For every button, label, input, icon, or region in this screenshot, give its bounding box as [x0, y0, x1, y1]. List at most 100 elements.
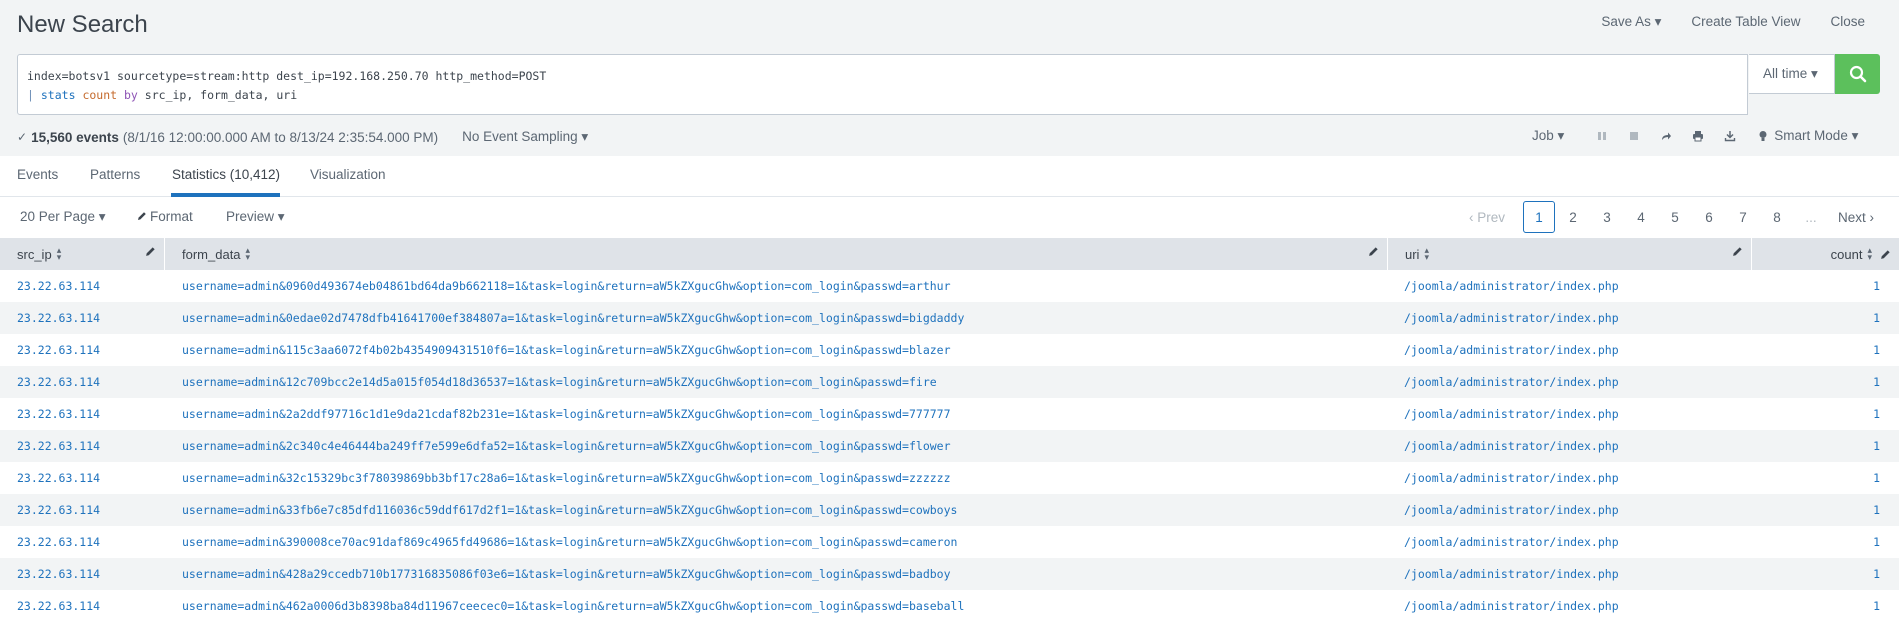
next-page-button[interactable]: Next › — [1828, 201, 1884, 233]
cell-src-ip[interactable]: 23.22.63.114 — [17, 343, 100, 357]
cell-uri[interactable]: /joomla/administrator/index.php — [1404, 567, 1619, 581]
cell-form-data[interactable]: username=admin&12c709bcc2e14d5a015f054d1… — [182, 375, 937, 389]
cell-uri[interactable]: /joomla/administrator/index.php — [1404, 439, 1619, 453]
cell-src-ip[interactable]: 23.22.63.114 — [17, 471, 100, 485]
cell-uri[interactable]: /joomla/administrator/index.php — [1404, 311, 1619, 325]
table-row: 23.22.63.114 username=admin&390008ce70ac9… — [0, 526, 1899, 558]
tab-events[interactable]: Events — [17, 167, 58, 182]
page-3-button[interactable]: 3 — [1590, 201, 1624, 233]
pencil-icon[interactable] — [1732, 246, 1743, 257]
share-icon[interactable] — [1650, 130, 1682, 142]
cell-count[interactable]: 1 — [1873, 599, 1880, 613]
page-8-button[interactable]: 8 — [1760, 201, 1794, 233]
query-pipe: | — [27, 88, 34, 102]
event-sampling-dropdown[interactable]: No Event Sampling ▾ — [462, 129, 588, 145]
search-area: index=botsv1 sourcetype=stream:http dest… — [0, 53, 1899, 118]
cell-uri[interactable]: /joomla/administrator/index.php — [1404, 407, 1619, 421]
search-query-input[interactable]: index=botsv1 sourcetype=stream:http dest… — [17, 54, 1748, 115]
cell-src-ip[interactable]: 23.22.63.114 — [17, 279, 100, 293]
results-tabs: Events Patterns Statistics (10,412) Visu… — [0, 156, 1899, 197]
column-header-count[interactable]: count ▴ ▾ — [1752, 238, 1899, 270]
time-range-picker[interactable]: All time ▾ — [1749, 54, 1835, 94]
cell-uri[interactable]: /joomla/administrator/index.php — [1404, 279, 1619, 293]
page-6-button[interactable]: 6 — [1692, 201, 1726, 233]
pencil-icon[interactable] — [1368, 246, 1379, 257]
cell-count[interactable]: 1 — [1873, 279, 1880, 293]
column-label: count — [1830, 246, 1863, 262]
table-row: 23.22.63.114 username=admin&115c3aa6072f4… — [0, 334, 1899, 366]
cell-form-data[interactable]: username=admin&115c3aa6072f4b02b43549094… — [182, 343, 951, 357]
cell-uri[interactable]: /joomla/administrator/index.php — [1404, 343, 1619, 357]
cell-form-data[interactable]: username=admin&32c15329bc3f78039869bb3bf… — [182, 471, 951, 485]
page-5-button[interactable]: 5 — [1658, 201, 1692, 233]
cell-uri[interactable]: /joomla/administrator/index.php — [1404, 599, 1619, 613]
cell-form-data[interactable]: username=admin&428a29ccedb710b1773168350… — [182, 567, 951, 581]
prev-page-button[interactable]: ‹ Prev — [1452, 201, 1522, 233]
cell-form-data[interactable]: username=admin&33fb6e7c85dfd116036c59ddf… — [182, 503, 957, 517]
page-7-button[interactable]: 7 — [1726, 201, 1760, 233]
search-icon — [1849, 65, 1866, 83]
job-menu[interactable]: Job ▾ — [1532, 128, 1564, 144]
cell-uri[interactable]: /joomla/administrator/index.php — [1404, 375, 1619, 389]
column-label: form_data — [182, 246, 241, 262]
cell-src-ip[interactable]: 23.22.63.114 — [17, 599, 100, 613]
cell-src-ip[interactable]: 23.22.63.114 — [17, 311, 100, 325]
sort-icon[interactable]: ▴ ▾ — [246, 246, 251, 262]
cell-count[interactable]: 1 — [1873, 407, 1880, 421]
page-1-button[interactable]: 1 — [1523, 201, 1555, 233]
cell-form-data[interactable]: username=admin&390008ce70ac91daf869c4965… — [182, 535, 957, 549]
page-4-button[interactable]: 4 — [1624, 201, 1658, 233]
cell-uri[interactable]: /joomla/administrator/index.php — [1404, 535, 1619, 549]
per-page-dropdown[interactable]: 20 Per Page ▾ — [20, 209, 106, 225]
format-button[interactable]: Format — [137, 209, 193, 224]
cell-uri[interactable]: /joomla/administrator/index.php — [1404, 471, 1619, 485]
cell-src-ip[interactable]: 23.22.63.114 — [17, 503, 100, 517]
cell-count[interactable]: 1 — [1873, 375, 1880, 389]
pencil-icon[interactable] — [145, 246, 156, 257]
cell-src-ip[interactable]: 23.22.63.114 — [17, 407, 100, 421]
close-button[interactable]: Close — [1830, 14, 1865, 30]
stop-icon[interactable] — [1618, 131, 1650, 141]
cell-count[interactable]: 1 — [1873, 567, 1880, 581]
save-as-button[interactable]: Save As ▾ — [1601, 14, 1661, 30]
cell-form-data[interactable]: username=admin&0960d493674eb04861bd64da9… — [182, 279, 951, 293]
cell-form-data[interactable]: username=admin&2a2ddf97716c1d1e9da21cdaf… — [182, 407, 951, 421]
cell-form-data[interactable]: username=admin&0edae02d7478dfb41641700ef… — [182, 311, 964, 325]
tab-visualization[interactable]: Visualization — [310, 167, 386, 182]
column-header-form-data[interactable]: form_data ▴ ▾ — [165, 238, 1388, 270]
cell-uri[interactable]: /joomla/administrator/index.php — [1404, 503, 1619, 517]
sort-icon[interactable]: ▴ ▾ — [1867, 246, 1872, 262]
cell-src-ip[interactable]: 23.22.63.114 — [17, 375, 100, 389]
search-mode-label: Smart Mode ▾ — [1774, 128, 1859, 143]
search-button[interactable] — [1835, 54, 1880, 94]
cell-form-data[interactable]: username=admin&462a0006d3b8398ba84d11967… — [182, 599, 964, 613]
table-controls: 20 Per Page ▾ Format Preview ▾ ‹ Prev 1 … — [0, 197, 1899, 238]
tab-patterns[interactable]: Patterns — [90, 167, 140, 182]
cell-count[interactable]: 1 — [1873, 471, 1880, 485]
table-row: 23.22.63.114 username=admin&33fb6e7c85dfd… — [0, 494, 1899, 526]
cell-src-ip[interactable]: 23.22.63.114 — [17, 567, 100, 581]
cell-count[interactable]: 1 — [1873, 503, 1880, 517]
pencil-icon[interactable] — [1880, 249, 1891, 260]
export-icon[interactable] — [1714, 130, 1746, 142]
sort-icon[interactable]: ▴ ▾ — [1424, 246, 1429, 262]
sort-icon[interactable]: ▴ ▾ — [57, 246, 62, 262]
tab-statistics[interactable]: Statistics (10,412) — [172, 167, 280, 182]
create-table-view-button[interactable]: Create Table View — [1691, 14, 1800, 30]
query-function: count — [82, 88, 118, 102]
page-2-button[interactable]: 2 — [1556, 201, 1590, 233]
column-header-src-ip[interactable]: src_ip ▴ ▾ — [0, 238, 165, 270]
cell-src-ip[interactable]: 23.22.63.114 — [17, 535, 100, 549]
pause-icon[interactable] — [1586, 131, 1618, 141]
print-icon[interactable] — [1682, 130, 1714, 142]
cell-count[interactable]: 1 — [1873, 535, 1880, 549]
cell-count[interactable]: 1 — [1873, 439, 1880, 453]
cell-src-ip[interactable]: 23.22.63.114 — [17, 439, 100, 453]
column-header-uri[interactable]: uri ▴ ▾ — [1388, 238, 1752, 270]
cell-form-data[interactable]: username=admin&2c340c4e46444ba249ff7e599… — [182, 439, 951, 453]
cell-count[interactable]: 1 — [1873, 311, 1880, 325]
search-mode-dropdown[interactable]: Smart Mode ▾ — [1758, 128, 1858, 144]
cell-count[interactable]: 1 — [1873, 343, 1880, 357]
preview-dropdown[interactable]: Preview ▾ — [226, 209, 285, 225]
pencil-icon — [138, 212, 146, 220]
